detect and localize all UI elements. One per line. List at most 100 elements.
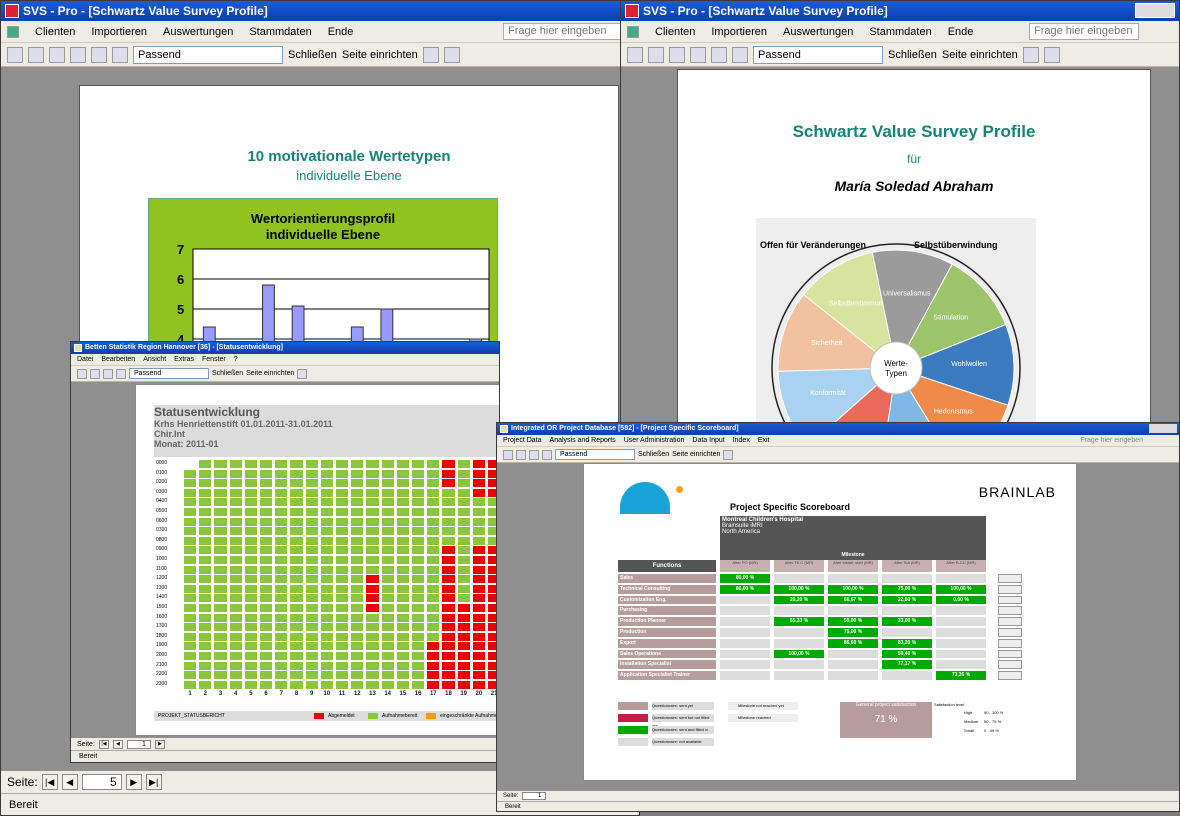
menu-data-input[interactable]: Data Input	[692, 437, 724, 444]
two-pages-icon[interactable]	[711, 46, 727, 63]
page-setup-button[interactable]: Seite einrichten	[342, 49, 418, 61]
menu-clienten[interactable]: Clienten	[35, 26, 75, 38]
zoom-select[interactable]: Passend	[133, 45, 283, 64]
title-bar[interactable]: Integrated OR Project Database [582] - […	[497, 423, 1179, 435]
help-icon[interactable]	[1043, 46, 1060, 63]
page-number-input[interactable]: 1	[126, 739, 151, 749]
status-cell	[320, 623, 333, 632]
status-cell	[427, 565, 440, 574]
menu-extras[interactable]: Extras	[174, 356, 194, 363]
menu-ansicht[interactable]: Ansicht	[143, 356, 166, 363]
menu-index[interactable]: Index	[733, 437, 750, 444]
two-pages-icon[interactable]	[91, 46, 107, 63]
ask-question-input[interactable]: Frage hier eingeben	[503, 23, 633, 40]
print-icon[interactable]	[28, 46, 44, 63]
first-page-button[interactable]: |◀	[98, 739, 109, 749]
view-icon[interactable]	[503, 449, 513, 460]
zoom-icon[interactable]	[669, 46, 685, 63]
score-cell: 66,67 %	[828, 595, 878, 605]
close-preview-button[interactable]: Schließen	[288, 49, 337, 61]
prev-page-button[interactable]: ◀	[112, 739, 123, 749]
time-label: 0300	[156, 488, 168, 495]
menu-analysis-reports[interactable]: Analysis and Reports	[550, 437, 616, 444]
window-controls[interactable]	[1149, 424, 1177, 433]
status-cell	[351, 575, 364, 584]
close-preview-button[interactable]: Schließen	[212, 370, 243, 377]
zoom-icon[interactable]	[103, 368, 113, 379]
title-bar[interactable]: Betten Statistik Region Hannover [36] - …	[71, 342, 499, 354]
page-nav-label: Seite:	[7, 775, 38, 789]
close-preview-button[interactable]: Schließen	[638, 451, 669, 458]
view-icon[interactable]	[77, 368, 87, 379]
zoom-select[interactable]: Passend	[129, 368, 209, 379]
zoom-icon[interactable]	[529, 449, 539, 460]
menu-project-data[interactable]: Project Data	[503, 437, 542, 444]
status-cell	[244, 671, 257, 680]
view-icon[interactable]	[7, 46, 23, 63]
print-icon[interactable]	[516, 449, 526, 460]
last-page-button[interactable]: ▶|	[145, 774, 162, 790]
print-icon[interactable]	[648, 46, 664, 63]
view-icon[interactable]	[627, 46, 643, 63]
page-setup-button[interactable]: Seite einrichten	[672, 451, 720, 458]
one-page-icon[interactable]	[70, 46, 86, 63]
status-cell	[275, 460, 288, 469]
menu-auswertungen[interactable]: Auswertungen	[783, 26, 853, 38]
status-cell	[260, 584, 273, 593]
help-icon[interactable]	[723, 449, 734, 460]
status-cell	[229, 623, 242, 632]
next-page-button[interactable]: ▶	[125, 774, 142, 790]
window-bed-statistics: Betten Statistik Region Hannover [36] - …	[70, 341, 500, 763]
window-controls[interactable]	[1135, 3, 1175, 18]
menu-importieren[interactable]: Importieren	[91, 26, 147, 38]
menu-ende[interactable]: Ende	[948, 26, 974, 38]
status-cell	[442, 565, 455, 574]
menu-importieren[interactable]: Importieren	[711, 26, 767, 38]
title-bar[interactable]: SVS - Pro - [Schwartz Value Survey Profi…	[621, 1, 1179, 21]
menu-exit[interactable]: Exit	[758, 437, 770, 444]
menu-auswertungen[interactable]: Auswertungen	[163, 26, 233, 38]
prev-page-button[interactable]: ◀	[61, 774, 78, 790]
page-setup-button[interactable]: Seite einrichten	[246, 370, 294, 377]
menu-datei[interactable]: Datei	[77, 356, 93, 363]
word-icon[interactable]	[422, 46, 439, 63]
ask-question-input[interactable]: Frage hier eingeben	[1029, 23, 1139, 40]
menu-clienten[interactable]: Clienten	[655, 26, 695, 38]
status-cell	[442, 604, 455, 613]
menu-ende[interactable]: Ende	[328, 26, 354, 38]
first-page-button[interactable]: |◀	[41, 774, 58, 790]
help-icon[interactable]	[297, 368, 308, 379]
ask-question-input[interactable]: Frage hier eingeben	[1080, 437, 1143, 444]
status-cell	[381, 488, 394, 497]
page-number-input[interactable]: 1	[522, 792, 547, 800]
zoom-select[interactable]: Passend	[753, 45, 883, 64]
menu-help[interactable]: ?	[234, 356, 238, 363]
menu-bearbeiten[interactable]: Bearbeiten	[101, 356, 135, 363]
one-page-icon[interactable]	[542, 449, 552, 460]
status-cell	[366, 623, 379, 632]
score-cell: 86,60 %	[828, 638, 878, 648]
status-cell	[336, 632, 349, 641]
print-icon[interactable]	[90, 368, 100, 379]
word-icon[interactable]	[1022, 46, 1039, 63]
menu-fenster[interactable]: Fenster	[202, 356, 226, 363]
title-bar[interactable]: SVS - Pro - [Schwartz Value Survey Profi…	[1, 1, 639, 21]
zoom-select[interactable]: Passend	[555, 449, 635, 460]
page-setup-button[interactable]: Seite einrichten	[942, 49, 1018, 61]
status-cell	[184, 479, 197, 488]
page-number-input[interactable]: 5	[81, 774, 122, 790]
database-window-icon[interactable]	[443, 46, 460, 63]
zoom-icon[interactable]	[49, 46, 65, 63]
one-page-icon[interactable]	[116, 368, 126, 379]
menu-user-admin[interactable]: User Administration	[624, 437, 685, 444]
one-page-icon[interactable]	[690, 46, 706, 63]
multiple-pages-icon[interactable]	[112, 46, 128, 63]
value-circle-figure: Offen für Veränderungen Selbstüberwindun…	[756, 218, 1036, 429]
multiple-pages-icon[interactable]	[732, 46, 748, 63]
menu-stammdaten[interactable]: Stammdaten	[249, 26, 311, 38]
menu-stammdaten[interactable]: Stammdaten	[869, 26, 931, 38]
status-cell	[472, 460, 485, 469]
close-preview-button[interactable]: Schließen	[888, 49, 937, 61]
next-page-button[interactable]: ▶	[154, 739, 165, 749]
status-cell	[275, 613, 288, 622]
